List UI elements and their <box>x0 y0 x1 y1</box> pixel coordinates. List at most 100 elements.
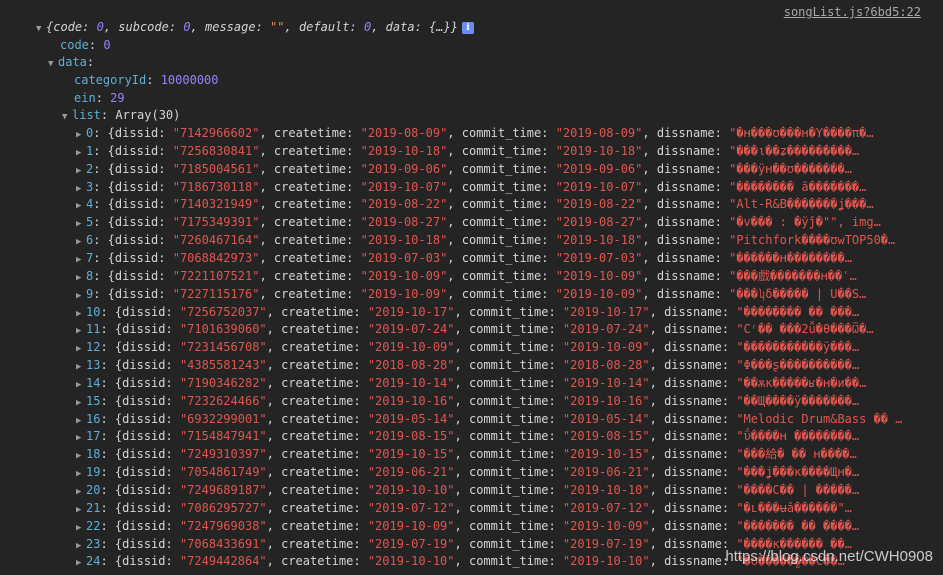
expand-triangle-icon[interactable]: ▼ <box>62 109 72 126</box>
list-item-row[interactable]: ▶ 22: {dissid: "7247969038", createtime: … <box>76 518 859 535</box>
dissid-value: "7247969038" <box>179 518 267 533</box>
expand-triangle-icon[interactable]: ▶ <box>76 198 86 215</box>
expand-triangle-icon[interactable]: ▶ <box>76 448 86 465</box>
expand-triangle-icon[interactable]: ▶ <box>76 163 86 180</box>
list-item-row[interactable]: ▶ 8: {dissid: "7221107521", createtime: "… <box>76 268 857 285</box>
commit-time-key: commit_time <box>468 518 549 533</box>
list-item-row[interactable]: ▶ 6: {dissid: "7260467164", createtime: "… <box>76 232 895 249</box>
dissid-key: dissid <box>122 518 166 533</box>
list-item-row[interactable]: ▶ 19: {dissid: "7054861749", createtime: … <box>76 464 859 481</box>
expand-triangle-icon[interactable]: ▶ <box>76 555 86 572</box>
expand-triangle-icon[interactable]: ▼ <box>36 21 46 38</box>
commit-time-value: "2019-10-10" <box>562 554 650 569</box>
commit-time-value: "2019-09-06" <box>555 161 643 176</box>
info-icon[interactable]: i <box>461 21 474 34</box>
list-item-row[interactable]: ▶ 9: {dissid: "7227115176", createtime: "… <box>76 286 866 303</box>
dissname-key: dissname <box>656 286 715 301</box>
expand-triangle-icon[interactable]: ▼ <box>48 56 58 73</box>
dissid-value: "7190346282" <box>179 375 267 390</box>
row-index: 24 <box>86 554 101 569</box>
createtime-key: createtime <box>281 554 354 569</box>
list-item-row[interactable]: ▶ 17: {dissid: "7154847941", createtime: … <box>76 428 859 445</box>
createtime-key: createtime <box>281 340 354 355</box>
expand-triangle-icon[interactable]: ▶ <box>76 430 86 447</box>
row-index: 16 <box>86 411 101 426</box>
expand-triangle-icon[interactable]: ▶ <box>76 288 86 305</box>
source-link[interactable]: songList.js?6bd5:22 <box>784 5 921 19</box>
expand-triangle-icon[interactable]: ▶ <box>76 252 86 269</box>
expand-triangle-icon[interactable]: ▶ <box>76 538 86 555</box>
data-property[interactable]: ▼ data: <box>48 54 94 71</box>
expand-triangle-icon[interactable]: ▶ <box>76 270 86 287</box>
expand-triangle-icon[interactable]: ▶ <box>76 395 86 412</box>
root-object-summary: {code: 0, subcode: 0, message: "", defau… <box>46 20 458 34</box>
commit-time-key: commit_time <box>468 340 549 355</box>
list-property[interactable]: ▼ list: Array(30) <box>62 107 180 124</box>
dissname-value: "���ʮδ����� | U��S… <box>729 286 867 301</box>
expand-triangle-icon[interactable]: ▶ <box>76 234 86 251</box>
dissid-value: "7186730118" <box>172 179 260 194</box>
list-item-row[interactable]: ▶ 20: {dissid: "7249689187", createtime: … <box>76 482 859 499</box>
dissname-value: "Alt-R&B�������ʝ���… <box>729 197 874 212</box>
createtime-key: createtime <box>273 250 347 265</box>
row-index: 21 <box>86 500 101 515</box>
expand-triangle-icon[interactable]: ▶ <box>76 413 86 430</box>
expand-triangle-icon[interactable]: ▶ <box>76 323 86 340</box>
createtime-value: "2019-10-14" <box>367 375 455 390</box>
root-object-line[interactable]: ▼ {code: 0, subcode: 0, message: "", defa… <box>36 19 474 36</box>
list-item-row[interactable]: ▶ 10: {dissid: "7256752037", createtime: … <box>76 304 859 321</box>
commit-time-key: commit_time <box>468 358 549 373</box>
list-item-row[interactable]: ▶ 12: {dissid: "7231456708", createtime: … <box>76 339 859 356</box>
dissname-key: dissname <box>664 393 722 408</box>
list-item-row[interactable]: ▶ 14: {dissid: "7190346282", createtime: … <box>76 375 866 392</box>
list-item-row[interactable]: ▶ 0: {dissid: "7142966602", createtime: "… <box>76 125 874 142</box>
list-item-row[interactable]: ▶ 15: {dissid: "7232624466", createtime: … <box>76 393 859 410</box>
commit-time-key: commit_time <box>461 143 542 158</box>
createtime-key: createtime <box>281 483 354 497</box>
createtime-key: createtime <box>281 447 354 462</box>
createtime-value: "2019-10-18" <box>360 233 448 248</box>
expand-triangle-icon[interactable]: ▶ <box>76 306 86 323</box>
dissid-key: dissid <box>114 179 159 194</box>
list-item-row[interactable]: ▶ 7: {dissid: "7068842973", createtime: "… <box>76 250 852 267</box>
expand-triangle-icon[interactable]: ▶ <box>76 466 86 483</box>
dissname-value: "�v��� : �ÿĵ�"", img… <box>729 215 881 230</box>
dissid-key: dissid <box>114 286 159 301</box>
expand-triangle-icon[interactable]: ▶ <box>76 502 86 519</box>
list-item-row[interactable]: ▶ 3: {dissid: "7186730118", createtime: "… <box>76 179 866 196</box>
commit-time-key: commit_time <box>461 126 542 140</box>
createtime-key: createtime <box>281 500 354 515</box>
expand-triangle-icon[interactable]: ▶ <box>76 145 86 162</box>
dissname-key: dissname <box>656 179 715 194</box>
list-item-row[interactable]: ▶ 21: {dissid: "7086295727", createtime: … <box>76 500 852 517</box>
dissname-value: "��ѫĸ�����ʁ�ʜ�и��… <box>736 375 867 390</box>
expand-triangle-icon[interactable]: ▶ <box>76 127 86 144</box>
expand-triangle-icon[interactable]: ▶ <box>76 484 86 501</box>
row-index: 14 <box>86 375 101 390</box>
createtime-key: createtime <box>281 358 354 373</box>
dissname-value: "���ι��ʑ���������… <box>729 143 860 158</box>
expand-triangle-icon[interactable]: ▶ <box>76 520 86 537</box>
list-item-row[interactable]: ▶ 2: {dissid: "7185004561", createtime: "… <box>76 161 852 178</box>
createtime-value: "2019-08-27" <box>360 215 448 230</box>
list-item-row[interactable]: ▶ 11: {dissid: "7101639060", createtime: … <box>76 321 874 338</box>
console-panel: songList.js?6bd5:22 ▼ {code: 0, subcode: … <box>0 0 943 575</box>
expand-triangle-icon[interactable]: ▶ <box>76 216 86 233</box>
list-item-row[interactable]: ▶ 18: {dissid: "7249310397", createtime: … <box>76 446 857 463</box>
list-item-row[interactable]: ▶ 1: {dissid: "7256830841", createtime: "… <box>76 143 859 160</box>
commit-time-key: commit_time <box>468 304 549 319</box>
list-item-row[interactable]: ▶ 5: {dissid: "7175349391", createtime: "… <box>76 214 881 231</box>
expand-triangle-icon[interactable]: ▶ <box>76 359 86 376</box>
row-index: 17 <box>86 429 101 444</box>
createtime-value: "2019-10-09" <box>360 286 448 301</box>
expand-triangle-icon[interactable]: ▶ <box>76 341 86 358</box>
list-item-row[interactable]: ▶ 13: {dissid: "4385581243", createtime: … <box>76 357 859 374</box>
createtime-key: createtime <box>273 197 347 212</box>
dissid-key: dissid <box>114 233 159 248</box>
dissname-key: dissname <box>664 447 722 462</box>
dissid-key: dissid <box>122 536 166 551</box>
expand-triangle-icon[interactable]: ▶ <box>76 181 86 198</box>
list-item-row[interactable]: ▶ 4: {dissid: "7140321949", createtime: "… <box>76 196 874 213</box>
expand-triangle-icon[interactable]: ▶ <box>76 377 86 394</box>
list-item-row[interactable]: ▶ 16: {dissid: "6932299001", createtime: … <box>76 411 902 428</box>
